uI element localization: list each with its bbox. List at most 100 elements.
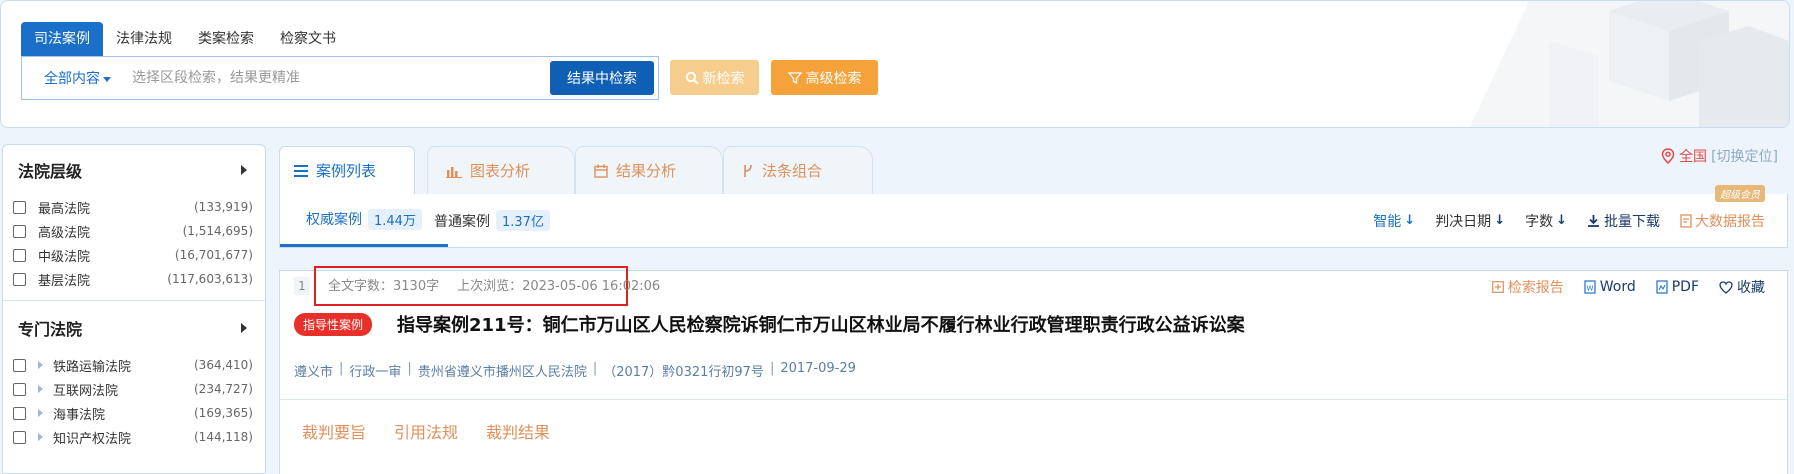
- pdf-label: PDF: [1671, 279, 1699, 295]
- search-in-results-button[interactable]: 结果中检索: [550, 61, 654, 95]
- checkbox[interactable]: [13, 272, 26, 286]
- favorite-label: 收藏: [1737, 280, 1765, 296]
- arrow-down-icon: ↓: [1556, 213, 1567, 228]
- divider: [3, 291, 265, 301]
- tab-chart-analysis[interactable]: 图表分析: [427, 146, 575, 194]
- case-procedure[interactable]: 行政一审: [349, 361, 401, 380]
- filter-sidebar: 法院层级 最高法院 (133,919) 高级法院 (1,514,695) 中级法院 (…: [2, 144, 266, 474]
- checkbox[interactable]: [13, 248, 26, 262]
- expand-subitem-icon[interactable]: [38, 361, 43, 369]
- filter-item[interactable]: 海事法院 (169,365): [3, 401, 265, 425]
- tab-similar-case-search[interactable]: 类案检索: [185, 22, 267, 56]
- tab-label: 结果分析: [616, 162, 677, 180]
- checkbox[interactable]: [13, 358, 26, 372]
- new-search-button[interactable]: 新检索: [670, 60, 759, 95]
- sort-by-date[interactable]: 判决日期 ↓: [1435, 211, 1505, 231]
- sort-toolbar: 智能 ↓ 判决日期 ↓ 字数 ↓ 批量下载 超级会员 大数据报告: [1373, 184, 1765, 247]
- search-category-tabs: 司法案例 法律法规 类案检索 检察文书: [21, 22, 349, 56]
- decorative-background: [1469, 1, 1789, 127]
- expand-subitem-icon[interactable]: [38, 433, 43, 441]
- case-region[interactable]: 遵义市: [294, 361, 333, 380]
- link-cited-laws[interactable]: 引用法规: [394, 419, 458, 443]
- advanced-search-label: 高级检索: [805, 70, 862, 87]
- caret-down-icon: [103, 76, 111, 82]
- subtab-label: 普通案例: [434, 213, 490, 230]
- filter-item-count: (144,118): [194, 430, 253, 444]
- switch-location-link[interactable]: [切换定位]: [1711, 146, 1778, 166]
- link-judgment-summary[interactable]: 裁判要旨: [302, 419, 366, 443]
- filter-group-title: 法院层级: [18, 162, 83, 181]
- tab-laws[interactable]: 法律法规: [103, 22, 185, 56]
- case-number: （2017）黔0321行初97号: [603, 365, 764, 380]
- case-title-link[interactable]: 指导案例211号：铜仁市万山区人民检察院诉铜仁市万山区林业局不履行林业行政管理职…: [397, 311, 1245, 337]
- expand-subitem-icon[interactable]: [38, 409, 43, 417]
- search-panel: 司法案例 法律法规 类案检索 检察文书 全部内容 结果中检索 新检索 高级检索: [0, 0, 1790, 128]
- download-icon: [1588, 215, 1599, 227]
- tab-authoritative-cases[interactable]: 权威案例 1.44万: [280, 194, 448, 247]
- big-data-report-button[interactable]: 超级会员 大数据报告: [1680, 184, 1765, 231]
- tab-judicial-cases[interactable]: 司法案例: [21, 22, 103, 56]
- filter-icon: [787, 71, 802, 84]
- tab-article-combination[interactable]: 法条组合: [723, 146, 873, 194]
- download-pdf-button[interactable]: PDF: [1656, 277, 1699, 297]
- checkbox[interactable]: [13, 430, 26, 444]
- filter-item[interactable]: 中级法院 (16,701,677): [3, 243, 265, 267]
- search-icon: [685, 71, 699, 85]
- filter-item-label: 最高法院: [38, 201, 91, 217]
- tab-case-list[interactable]: 案例列表: [279, 146, 415, 194]
- sort-label: 判决日期: [1435, 213, 1492, 230]
- report-document-icon: [1680, 213, 1692, 228]
- filter-group-court-level[interactable]: 法院层级: [3, 145, 265, 195]
- case-date: 2017-09-29: [780, 361, 856, 376]
- expand-subitem-icon[interactable]: [38, 385, 43, 393]
- tab-procuratorial-docs[interactable]: 检察文书: [267, 22, 349, 56]
- link-judgment-result[interactable]: 裁判结果: [486, 419, 550, 443]
- filter-item[interactable]: 知识产权法院 (144,118): [3, 425, 265, 449]
- checkbox[interactable]: [13, 406, 26, 420]
- sort-by-word-count[interactable]: 字数 ↓: [1525, 211, 1567, 231]
- pdf-file-icon: [1656, 280, 1668, 294]
- search-report-button[interactable]: 检索报告: [1491, 277, 1564, 297]
- filter-item-label: 知识产权法院: [53, 431, 132, 447]
- batch-download-button[interactable]: 批量下载: [1587, 211, 1660, 231]
- subtab-label: 权威案例: [306, 212, 362, 228]
- result-card: 1 全文字数：3130字 上次浏览：2023-05-06 16:02:06 检索…: [279, 266, 1788, 474]
- word-label: Word: [1599, 279, 1636, 295]
- filter-item-count: (117,603,613): [167, 272, 253, 286]
- checkbox[interactable]: [13, 224, 26, 238]
- filter-item-label: 海事法院: [53, 407, 106, 423]
- search-input[interactable]: [132, 63, 552, 93]
- download-word-button[interactable]: W Word: [1584, 277, 1636, 297]
- filter-item-count: (1,514,695): [182, 224, 253, 238]
- filter-item[interactable]: 铁路运输法院 (364,410): [3, 353, 265, 377]
- filter-item-count: (169,365): [194, 406, 253, 420]
- checkbox[interactable]: [13, 200, 26, 214]
- advanced-search-button[interactable]: 高级检索: [771, 60, 878, 95]
- sort-label: 字数: [1525, 213, 1554, 230]
- filter-item-count: (364,410): [194, 358, 253, 372]
- tab-result-analysis[interactable]: 结果分析: [575, 146, 723, 194]
- filter-item[interactable]: 最高法院 (133,919): [3, 195, 265, 219]
- tab-label: 图表分析: [470, 162, 531, 180]
- svg-text:W: W: [1586, 285, 1593, 293]
- separator: |: [339, 361, 344, 376]
- filter-group-special-court[interactable]: 专门法院: [3, 303, 265, 353]
- favorite-button[interactable]: 收藏: [1719, 277, 1765, 297]
- location-name[interactable]: 全国: [1679, 146, 1707, 166]
- scope-select[interactable]: 全部内容: [44, 68, 111, 88]
- tab-ordinary-cases[interactable]: 普通案例 1.37亿: [434, 194, 550, 247]
- separator: |: [769, 361, 775, 376]
- branch-icon: [744, 164, 752, 177]
- sort-smart[interactable]: 智能 ↓: [1373, 211, 1415, 231]
- word-file-icon: W: [1584, 280, 1596, 294]
- case-court[interactable]: 贵州省遵义市播州区人民法院: [418, 361, 587, 380]
- result-type-bar: 权威案例 1.44万 普通案例 1.37亿 智能 ↓ 判决日期 ↓ 字数 ↓ 批量下载…: [279, 184, 1788, 248]
- location-selector: 全国 [切换定位]: [1661, 146, 1778, 166]
- result-meta: 全文字数：3130字 上次浏览：2023-05-06 16:02:06: [328, 275, 660, 294]
- checkbox[interactable]: [13, 382, 26, 396]
- expand-arrow-icon: [241, 323, 247, 333]
- subtab-count: 1.44万: [368, 208, 422, 230]
- filter-item[interactable]: 高级法院 (1,514,695): [3, 219, 265, 243]
- filter-item[interactable]: 互联网法院 (234,727): [3, 377, 265, 401]
- filter-item[interactable]: 基层法院 (117,603,613): [3, 267, 265, 291]
